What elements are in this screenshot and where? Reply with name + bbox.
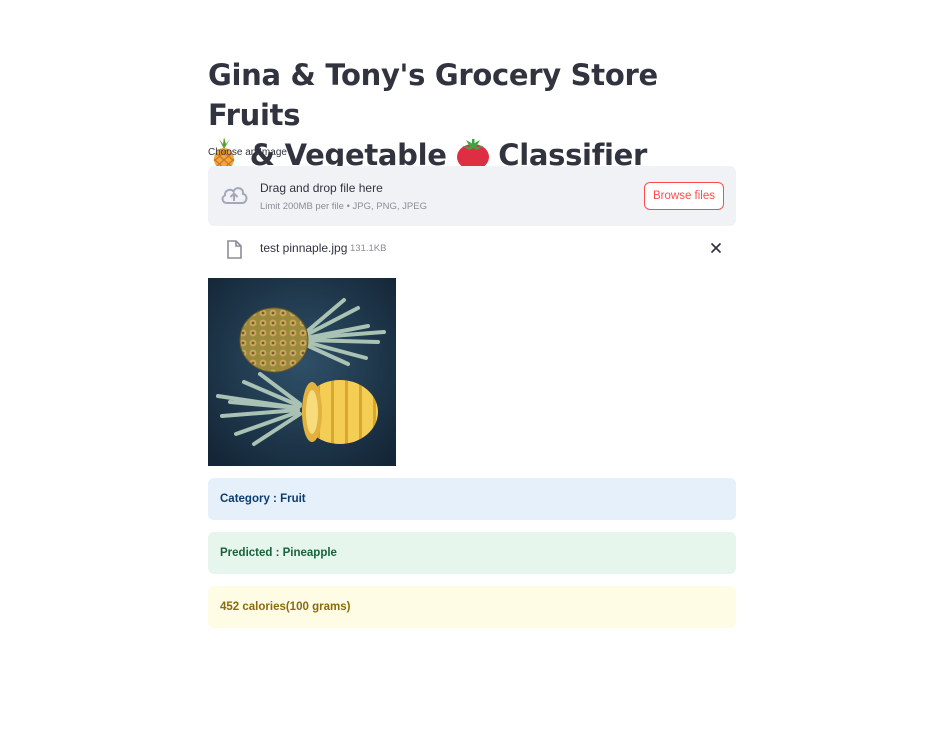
upload-limit-text: Limit 200MB per file • JPG, PNG, JPEG [260,201,427,212]
category-alert: Category : Fruit [208,478,736,520]
file-dropzone[interactable]: Drag and drop file here Limit 200MB per … [208,166,736,226]
browse-files-button[interactable]: Browse files [644,182,724,210]
calories-alert: 452 calories(100 grams) [208,586,736,628]
title-line-1: Gina & Tony's Grocery Store Fruits [208,58,658,132]
page-title: Gina & Tony's Grocery Store Fruits & Veg… [208,55,748,175]
cloud-upload-icon [220,184,248,206]
file-size: 131.1KB [350,243,387,254]
uploaded-image-preview [208,278,396,466]
file-name: test pinnaple.jpg [260,241,348,255]
uploader-label: Choose an Image [208,147,287,158]
file-icon [226,240,242,259]
prediction-alert: Predicted : Pineapple [208,532,736,574]
drop-instructions: Drag and drop file here [260,181,383,195]
remove-file-icon[interactable] [708,240,724,256]
uploaded-file: test pinnaple.jpg 131.1KB [208,234,736,264]
